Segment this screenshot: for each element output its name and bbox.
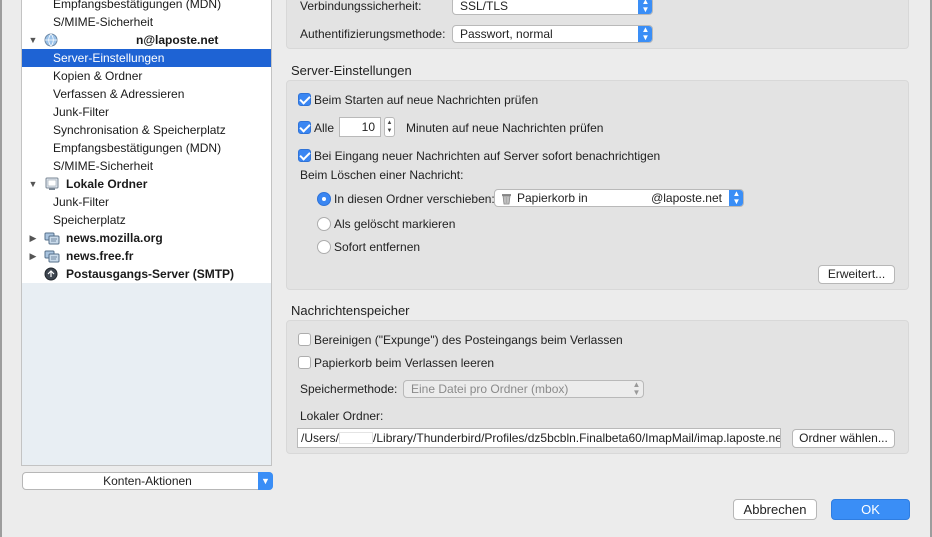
move-to-folder-radio[interactable] [317,192,331,206]
check-every-label: Alle [314,121,335,135]
expunge-checkbox[interactable] [298,333,311,346]
choose-folder-button[interactable]: Ordner wählen... [792,429,895,448]
path-suffix: /Library/Thunderbird/Profiles/dz5bcbln.F… [373,431,781,445]
tree-item-smime[interactable]: S/MIME-Sicherheit [22,157,271,175]
tree-item-label: Junk-Filter [53,195,110,209]
updown-arrows-icon: ▲ ▼ [638,0,652,14]
tree-item-smime-prev[interactable]: S/MIME-Sicherheit [22,13,271,31]
updown-arrows-icon: ▲ ▼ [632,380,641,397]
tree-account-news-free[interactable]: ▶ news.free.fr [22,247,271,265]
advanced-button[interactable]: Erweitert... [818,265,895,284]
local-dir-path-field[interactable]: /Users/ /Library/Thunderbird/Profiles/dz5… [297,428,781,448]
updown-arrows-icon: ▲ ▼ [729,190,743,206]
check-every-checkbox[interactable] [298,121,311,134]
path-prefix: /Users/ [301,431,340,445]
tree-item-local-storage[interactable]: Speicherplatz [22,211,271,229]
tree-account-local-folders[interactable]: ▼ Lokale Ordner [22,175,271,193]
auth-method-label: Authentifizierungsmethode: [300,27,446,41]
minutes-label: Minuten auf neue Nachrichten prüfen [406,121,604,135]
cancel-button[interactable]: Abbrechen [733,499,817,520]
remove-now-label: Sofort entfernen [334,240,421,254]
empty-trash-label: Papierkorb beim Verlassen leeren [314,356,495,370]
updown-arrows-icon: ▲ ▼ [638,26,652,42]
disclosure-open-icon[interactable]: ▼ [28,175,38,193]
window-edge-left [0,0,2,537]
redacted-username [66,34,136,46]
account-label: Lokale Ordner [66,177,148,191]
tree-item-label: Empfangsbestätigungen (MDN) [53,141,222,155]
account-label: news.free.fr [66,249,134,263]
account-tree[interactable]: Empfangsbestätigungen (MDN) S/MIME-Siche… [21,0,272,466]
account-label: news.mozilla.org [66,231,163,245]
trash-icon [501,192,512,206]
account-tree-list: Empfangsbestätigungen (MDN) S/MIME-Siche… [22,0,271,283]
server-settings-title: Server-Einstellungen [291,63,412,78]
check-on-start-label: Beim Starten auf neue Nachrichten prüfen [314,93,539,107]
tree-item-label: Empfangsbestätigungen (MDN) [53,0,222,11]
tree-item-sync[interactable]: Synchronisation & Speicherplatz [22,121,271,139]
local-folders-icon [44,177,60,191]
expunge-label: Bereinigen ("Expunge") des Posteingangs … [314,333,623,347]
tree-item-composition[interactable]: Verfassen & Adressieren [22,85,271,103]
tree-item-label: S/MIME-Sicherheit [53,15,154,29]
storage-method-label: Speichermethode: [300,382,398,396]
tree-account-news-mozilla[interactable]: ▶ news.mozilla.org [22,229,271,247]
mark-deleted-radio[interactable] [317,217,331,231]
tree-item-label: Speicherplatz [53,213,126,227]
ok-button[interactable]: OK [831,499,910,520]
select-value: SSL/TLS [460,0,509,13]
tree-item-label: Junk-Filter [53,105,110,119]
chevron-down-icon: ▼ [258,472,273,490]
redacted-username [339,432,374,444]
check-on-start-checkbox[interactable] [298,93,311,106]
notify-checkbox[interactable] [298,149,311,162]
disclosure-closed-icon[interactable]: ▶ [28,229,38,247]
newsgroup-icon [44,249,60,263]
auth-method-select[interactable]: Passwort, normal ▲ ▼ [452,25,653,43]
globe-account-icon [44,33,60,47]
storage-title: Nachrichtenspeicher [291,303,410,318]
tree-item-label: Verfassen & Adressieren [53,87,185,101]
account-label: Postausgangs-Server (SMTP) [66,267,235,281]
interval-stepper[interactable]: ▲ ▼ [384,117,395,137]
tree-item-server-settings[interactable]: Server-Einstellungen [22,49,271,67]
tree-item-mdn[interactable]: Empfangsbestätigungen (MDN) [22,139,271,157]
check-interval-input[interactable]: 10 [339,117,381,137]
tree-item-smtp[interactable]: Postausgangs-Server (SMTP) [22,265,271,283]
tree-item-label: Kopien & Ordner [53,69,143,83]
move-to-folder-label: In diesen Ordner verschieben: [334,192,495,206]
tree-item-label: Server-Einstellungen [53,51,165,65]
connection-security-select[interactable]: SSL/TLS ▲ ▼ [452,0,653,15]
tree-item-local-junk[interactable]: Junk-Filter [22,193,271,211]
local-dir-label: Lokaler Ordner: [300,409,384,423]
select-value: Passwort, normal [460,27,553,41]
disclosure-closed-icon[interactable]: ▶ [28,247,38,265]
account-actions-button[interactable]: Konten-Aktionen ▼ [22,472,273,490]
redacted-username [591,190,651,202]
account-actions-label: Konten-Aktionen [103,474,192,488]
tree-item-junk[interactable]: Junk-Filter [22,103,271,121]
storage-method-select[interactable]: Eine Datei pro Ordner (mbox) ▲ ▼ [403,380,644,398]
tree-item-label: Synchronisation & Speicherplatz [53,123,226,137]
connection-security-label: Verbindungssicherheit: [300,0,422,13]
trash-folder-select[interactable]: Papierkorb in @laposte.net ▲ ▼ [494,189,744,207]
trash-folder-suffix: @laposte.net [651,191,722,205]
newsgroup-icon [44,231,60,245]
on-delete-label: Beim Löschen einer Nachricht: [300,168,464,182]
disclosure-open-icon[interactable]: ▼ [28,31,38,49]
select-value: Eine Datei pro Ordner (mbox) [411,382,569,396]
mark-deleted-label: Als gelöscht markieren [334,217,456,231]
tree-item-mdn-prev[interactable]: Empfangsbestätigungen (MDN) [22,0,271,13]
notify-label: Bei Eingang neuer Nachrichten auf Server… [314,149,661,163]
trash-folder-prefix: Papierkorb in [517,191,588,205]
empty-trash-checkbox[interactable] [298,356,311,369]
tree-item-copies-folders[interactable]: Kopien & Ordner [22,67,271,85]
tree-item-label: S/MIME-Sicherheit [53,159,154,173]
smtp-server-icon [44,267,60,281]
account-label: n@laposte.net [136,33,219,47]
server-settings-panel [286,80,909,290]
remove-now-radio[interactable] [317,240,331,254]
tree-account-laposte[interactable]: ▼ n@laposte.net [22,31,271,49]
